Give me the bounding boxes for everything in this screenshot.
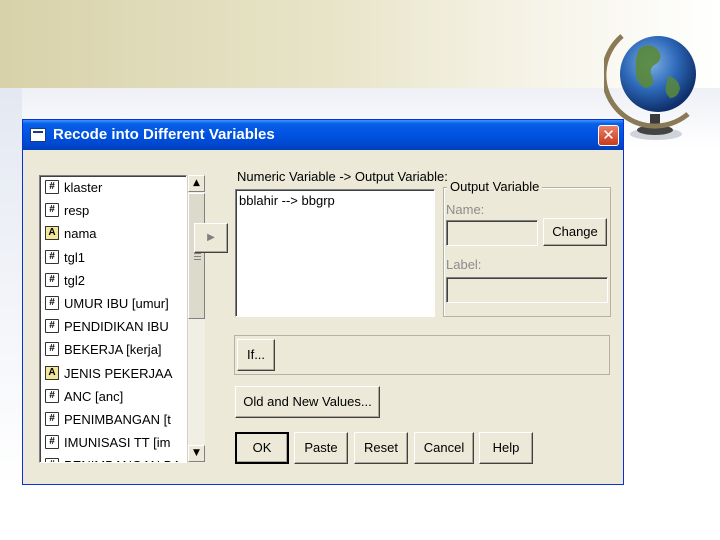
numeric-variable-icon: # xyxy=(45,319,59,334)
output-variable-group-title: Output Variable xyxy=(447,179,543,194)
variable-label: resp xyxy=(64,203,90,219)
slide-left-fade xyxy=(0,88,22,488)
variable-label: ANC [anc] xyxy=(64,388,124,404)
variable-label: tgl1 xyxy=(64,249,85,265)
variable-label: klaster xyxy=(64,180,103,195)
numeric-variable-icon: # xyxy=(45,272,59,287)
variable-label: PENDIDIKAN IBU xyxy=(64,319,169,335)
string-variable-icon: A xyxy=(45,365,59,380)
variable-list[interactable]: # klaster # resp Anama # tgl1 # tgl2 # UMUR IBU [u… xyxy=(39,175,187,463)
label-label: Label: xyxy=(446,257,482,272)
variable-label: IMUNISASI TT [im xyxy=(64,435,171,451)
numeric-variable-icon: # xyxy=(45,388,59,403)
list-item[interactable]: Anama xyxy=(40,222,186,245)
list-item[interactable]: # PENIMBANGAN [t xyxy=(40,408,186,431)
numeric-variable-icon: # xyxy=(45,458,59,462)
if-panel xyxy=(234,335,610,375)
recode-dialog: Recode into Different Variables ✕ # klast… xyxy=(22,119,624,485)
mapping-header: Numeric Variable -> Output Variable: xyxy=(237,169,448,184)
numeric-variable-icon: # xyxy=(45,435,59,450)
scroll-down-icon[interactable]: ▼ xyxy=(188,445,205,462)
if-button[interactable]: If... xyxy=(237,339,275,371)
scroll-thumb[interactable] xyxy=(188,193,205,319)
variable-label: JENIS PEKERJAA xyxy=(64,365,173,381)
list-item[interactable]: # ANC [anc] xyxy=(40,385,186,408)
help-button[interactable]: Help xyxy=(479,432,533,464)
close-button[interactable]: ✕ xyxy=(598,125,619,146)
list-item[interactable]: # tgl2 xyxy=(40,269,186,292)
variable-label: tgl2 xyxy=(64,272,85,288)
title-bar[interactable]: Recode into Different Variables ✕ xyxy=(23,120,623,150)
numeric-variable-icon: # xyxy=(45,249,59,264)
list-item[interactable]: # PENDIDIKAN IBU xyxy=(40,315,186,338)
list-item[interactable]: # resp xyxy=(40,199,186,222)
mapping-list[interactable]: bblahir --> bbgrp xyxy=(235,189,435,317)
move-variable-button[interactable]: ▶ xyxy=(194,223,228,253)
ok-button[interactable]: OK xyxy=(235,432,289,464)
string-variable-icon: A xyxy=(45,226,59,241)
reset-button[interactable]: Reset xyxy=(354,432,408,464)
variable-list-scrollbar[interactable]: ▲ ▼ xyxy=(187,175,205,463)
mapping-item[interactable]: bblahir --> bbgrp xyxy=(239,193,335,208)
variable-label: PENIMBANGAN BA xyxy=(64,458,181,462)
list-item[interactable]: # IMUNISASI TT [im xyxy=(40,431,186,454)
variable-label: UMUR IBU [umur] xyxy=(64,295,169,311)
dialog-title: Recode into Different Variables xyxy=(53,126,275,143)
paste-button[interactable]: Paste xyxy=(294,432,348,464)
variable-label: BEKERJA [kerja] xyxy=(64,342,162,358)
change-button[interactable]: Change xyxy=(543,218,607,246)
cancel-button[interactable]: Cancel xyxy=(414,432,474,464)
variable-label: nama xyxy=(64,226,97,242)
variable-label: PENIMBANGAN [t xyxy=(64,411,171,427)
old-and-new-values-button[interactable]: Old and New Values... xyxy=(235,386,380,418)
list-item[interactable]: # PENIMBANGAN BA xyxy=(40,454,186,462)
window-icon xyxy=(30,128,46,142)
name-input[interactable] xyxy=(446,220,538,246)
numeric-variable-icon: # xyxy=(45,342,59,357)
numeric-variable-icon: # xyxy=(45,411,59,426)
numeric-variable-icon: # xyxy=(45,180,59,194)
list-item[interactable]: # tgl1 xyxy=(40,246,186,269)
scroll-up-icon[interactable]: ▲ xyxy=(188,175,205,192)
list-item[interactable]: # BEKERJA [kerja] xyxy=(40,338,186,361)
numeric-variable-icon: # xyxy=(45,203,59,218)
list-item[interactable]: # klaster xyxy=(40,176,186,199)
name-label: Name: xyxy=(446,202,485,217)
list-item[interactable]: A JENIS PEKERJAA xyxy=(40,362,186,385)
label-input[interactable] xyxy=(446,277,608,303)
numeric-variable-icon: # xyxy=(45,295,59,310)
list-item[interactable]: # UMUR IBU [umur] xyxy=(40,292,186,315)
